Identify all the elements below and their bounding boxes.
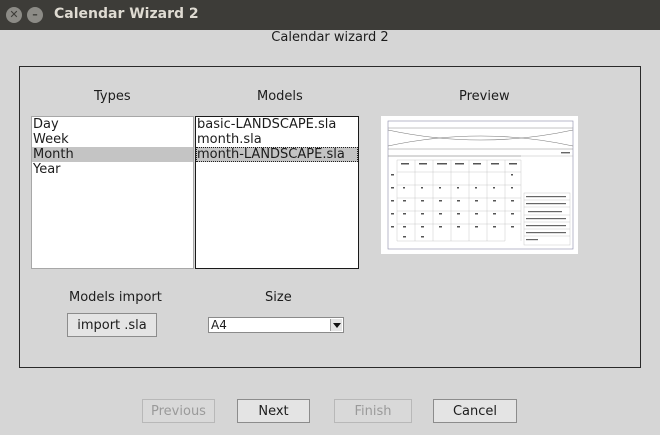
- types-list[interactable]: Day Week Month Year: [31, 116, 194, 269]
- finish-button[interactable]: Finish: [334, 399, 412, 423]
- types-item-month[interactable]: Month: [32, 147, 193, 162]
- close-window-button[interactable]: ✕: [6, 7, 22, 23]
- models-item-basic-landscape[interactable]: basic-LANDSCAPE.sla: [196, 117, 358, 132]
- chevron-down-icon[interactable]: [330, 319, 342, 331]
- preview-label: Preview: [459, 89, 510, 104]
- calendar-preview-image: [381, 116, 578, 254]
- minimize-icon: –: [32, 8, 38, 21]
- types-label: Types: [94, 89, 131, 104]
- window-title: Calendar Wizard 2: [54, 6, 199, 22]
- models-list[interactable]: basic-LANDSCAPE.sla month.sla month-LAND…: [195, 116, 359, 269]
- size-label: Size: [265, 290, 292, 305]
- types-item-day[interactable]: Day: [32, 117, 193, 132]
- wizard-heading: Calendar wizard 2: [271, 30, 389, 45]
- cancel-button[interactable]: Cancel: [433, 399, 517, 423]
- next-button[interactable]: Next: [237, 399, 310, 423]
- types-item-year[interactable]: Year: [32, 162, 193, 177]
- types-item-week[interactable]: Week: [32, 132, 193, 147]
- import-sla-button[interactable]: import .sla: [67, 313, 157, 337]
- size-select-value: A4: [211, 318, 227, 332]
- size-select[interactable]: A4: [208, 317, 344, 333]
- close-icon: ✕: [9, 8, 19, 21]
- models-import-label: Models import: [69, 290, 162, 305]
- models-item-month-landscape[interactable]: month-LANDSCAPE.sla: [196, 147, 358, 162]
- minimize-window-button[interactable]: –: [27, 7, 43, 23]
- title-bar: ✕ – Calendar Wizard 2: [0, 0, 660, 30]
- models-label: Models: [257, 89, 303, 104]
- previous-button[interactable]: Previous: [142, 399, 215, 423]
- calendar-preview-thumbnail: [387, 120, 574, 250]
- models-item-month[interactable]: month.sla: [196, 132, 358, 147]
